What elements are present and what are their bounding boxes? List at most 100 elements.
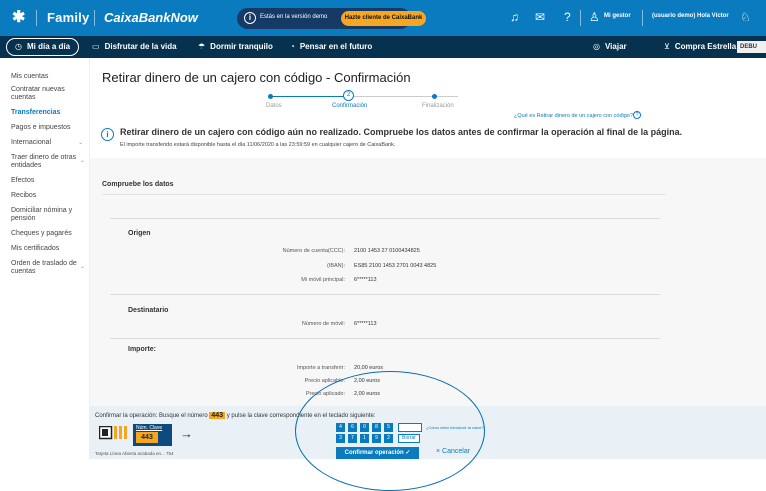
gestor-link[interactable]: Mi gestor [604, 13, 631, 19]
key-button[interactable]: 4 [336, 423, 345, 432]
key-button[interactable]: 6 [348, 423, 357, 432]
caixabank-star-logo[interactable]: ✱ [12, 9, 30, 27]
sidebar-item-transferencias[interactable]: Transferencias [11, 109, 87, 117]
sidebar-item-efectos[interactable]: Efectos [11, 177, 87, 185]
num-clave-card: Núm. Clave 443 [133, 424, 172, 446]
bell-icon[interactable]: ♫ [510, 10, 519, 24]
nav-disfrutar[interactable]: ▭ Disfrutar de la vida [92, 36, 177, 58]
chevron-down-icon[interactable]: ⌄ [80, 157, 85, 164]
top-bar: ✱ Family CaixaBankNow i Estás en la vers… [0, 0, 766, 36]
confirm-button-label: Confirmar operación [344, 450, 404, 456]
progress-steps: 2 Datos Confirmación Finalización [266, 89, 470, 119]
num-clave-value: 443 [136, 432, 158, 443]
debug-button[interactable]: DEBU [737, 41, 766, 53]
sidebar-item-traer-dinero[interactable]: Traer dinero de otras entidades [11, 154, 87, 170]
key-button[interactable]: 8 [372, 423, 381, 432]
row-value: 2,00 euros [354, 391, 380, 397]
question-icon[interactable]: ? [633, 111, 641, 119]
check-icon: ✓ [405, 450, 411, 456]
help-icon[interactable]: ? [564, 10, 571, 24]
chevron-down-icon[interactable]: ⌄ [80, 263, 85, 270]
section-heading: Compruebe los datos [102, 181, 174, 188]
divider [642, 10, 643, 26]
page-title: Retirar dinero de un cajero con código -… [102, 70, 411, 85]
gestor-icon[interactable]: ♙ [589, 10, 600, 24]
alert-title: Retirar dinero de un cajero con código a… [120, 127, 683, 137]
key-input[interactable] [398, 423, 422, 432]
piggy-icon: ◔ [290, 42, 295, 51]
row-label: Precio aplicado: [305, 391, 345, 397]
demo-text: Estás en la versión demo [260, 14, 328, 20]
sidebar-item-internacional[interactable]: Internacional [11, 139, 87, 147]
nav-dormir[interactable]: ☂ Dormir tranquilo [198, 36, 273, 58]
help-link[interactable]: ¿Qué es Retirar dinero de un cajero con … [514, 113, 633, 119]
user-icon[interactable]: ♘ [740, 10, 751, 24]
sidebar-item-contratar[interactable]: Contratar nuevas cuentas [11, 86, 87, 102]
brand-family[interactable]: Family [47, 10, 89, 25]
delete-button[interactable]: Borrar [398, 434, 420, 443]
become-client-button[interactable]: Hazte cliente de CaixaBank [341, 11, 426, 26]
close-icon: × [436, 448, 441, 455]
cancel-button[interactable]: × Cancelar [436, 448, 470, 455]
key-button[interactable]: 2 [384, 434, 393, 443]
nav-futuro[interactable]: ◔ Pensar en el futuro [290, 36, 372, 58]
mail-icon[interactable]: ✉ [535, 10, 545, 24]
sidebar-item-pagos[interactable]: Pagos e impuestos [11, 124, 87, 132]
row-value: 2100 1453 27 0100434825 [354, 248, 420, 254]
key-button[interactable]: 1 [360, 434, 369, 443]
nav-label: Mi día a día [26, 42, 71, 51]
info-icon: i [244, 12, 256, 24]
divider [110, 338, 660, 339]
divider [36, 10, 37, 26]
demo-banner: i Estás en la versión demo Hazte cliente… [237, 8, 426, 29]
divider [102, 194, 666, 195]
umbrella-icon: ☂ [198, 42, 206, 51]
key-button[interactable]: 5 [384, 423, 393, 432]
step-label-finalizacion: Finalización [422, 103, 454, 109]
sidebar-item-certificados[interactable]: Mis certificados [11, 245, 87, 253]
key-help-link[interactable]: ¿Cómo debo introducir la clave? [426, 425, 484, 430]
nav-label: Compra Estrella [674, 42, 737, 51]
divider [580, 10, 581, 26]
step-dot [268, 94, 273, 99]
sidebar-item-orden-traslado[interactable]: Orden de traslado de cuentas [11, 260, 87, 276]
key-button[interactable]: 3 [336, 434, 345, 443]
row-label: Número de cuenta(CCC): [282, 248, 345, 254]
row-value: 6*****113 [354, 277, 377, 283]
key-button[interactable]: 7 [348, 434, 357, 443]
card-note: Tarjeta Línea Abierta acabada en... 754 [95, 451, 174, 456]
row-value: 6*****113 [354, 321, 377, 327]
key-button[interactable]: 0 [360, 423, 369, 432]
row-label: Número de móvil: [301, 321, 345, 327]
info-icon: i [101, 128, 114, 141]
key-button[interactable]: 9 [372, 434, 381, 443]
row-label: Precio aplicable: [304, 378, 345, 384]
confirm-bar: Confirmar la operación: Busque el número… [90, 406, 766, 459]
clock-icon: ◷ [15, 42, 22, 51]
nav-viajar[interactable]: ◎ Viajar [593, 36, 627, 58]
nav-compra-estrella[interactable]: ⊻ Compra Estrella [664, 36, 736, 58]
brand-caixabank-now[interactable]: CaixaBankNow [104, 10, 198, 25]
origen-title: Origen [128, 230, 151, 237]
main-nav: ◷ Mi día a día ▭ Disfrutar de la vida ☂ Dor… [0, 36, 766, 58]
nav-mi-dia-a-dia[interactable]: ◷ Mi día a día [6, 38, 80, 56]
nav-label: Dormir tranquilo [210, 42, 273, 51]
user-greeting[interactable]: (usuario demo) Hola Víctor [652, 13, 729, 19]
sidebar-item-mis-cuentas[interactable]: Mis cuentas [11, 73, 87, 81]
row-value: 2,00 euros [354, 378, 380, 384]
confirm-text-before: Confirmar la operación: Busque el número [95, 413, 208, 419]
main-content: Retirar dinero de un cajero con código -… [90, 58, 766, 459]
sidebar-item-cheques[interactable]: Cheques y pagarés [11, 230, 87, 238]
sidebar-item-domiciliar[interactable]: Domiciliar nómina y pensión [11, 207, 87, 223]
confirm-button[interactable]: Confirmar operación ✓ [336, 447, 419, 459]
importe-title: Importe: [128, 346, 156, 353]
divider [110, 218, 660, 219]
destinatario-title: Destinatario [128, 307, 169, 314]
chevron-down-icon[interactable]: ⌄ [78, 139, 83, 146]
row-label: (IBAN): [326, 263, 345, 269]
row-value: 20,00 euros [354, 365, 384, 371]
confirm-number: 443 [209, 412, 226, 419]
globe-icon: ◎ [593, 42, 600, 51]
row-label: Importe a transferir: [297, 365, 345, 371]
sidebar-item-recibos[interactable]: Recibos [11, 192, 87, 200]
